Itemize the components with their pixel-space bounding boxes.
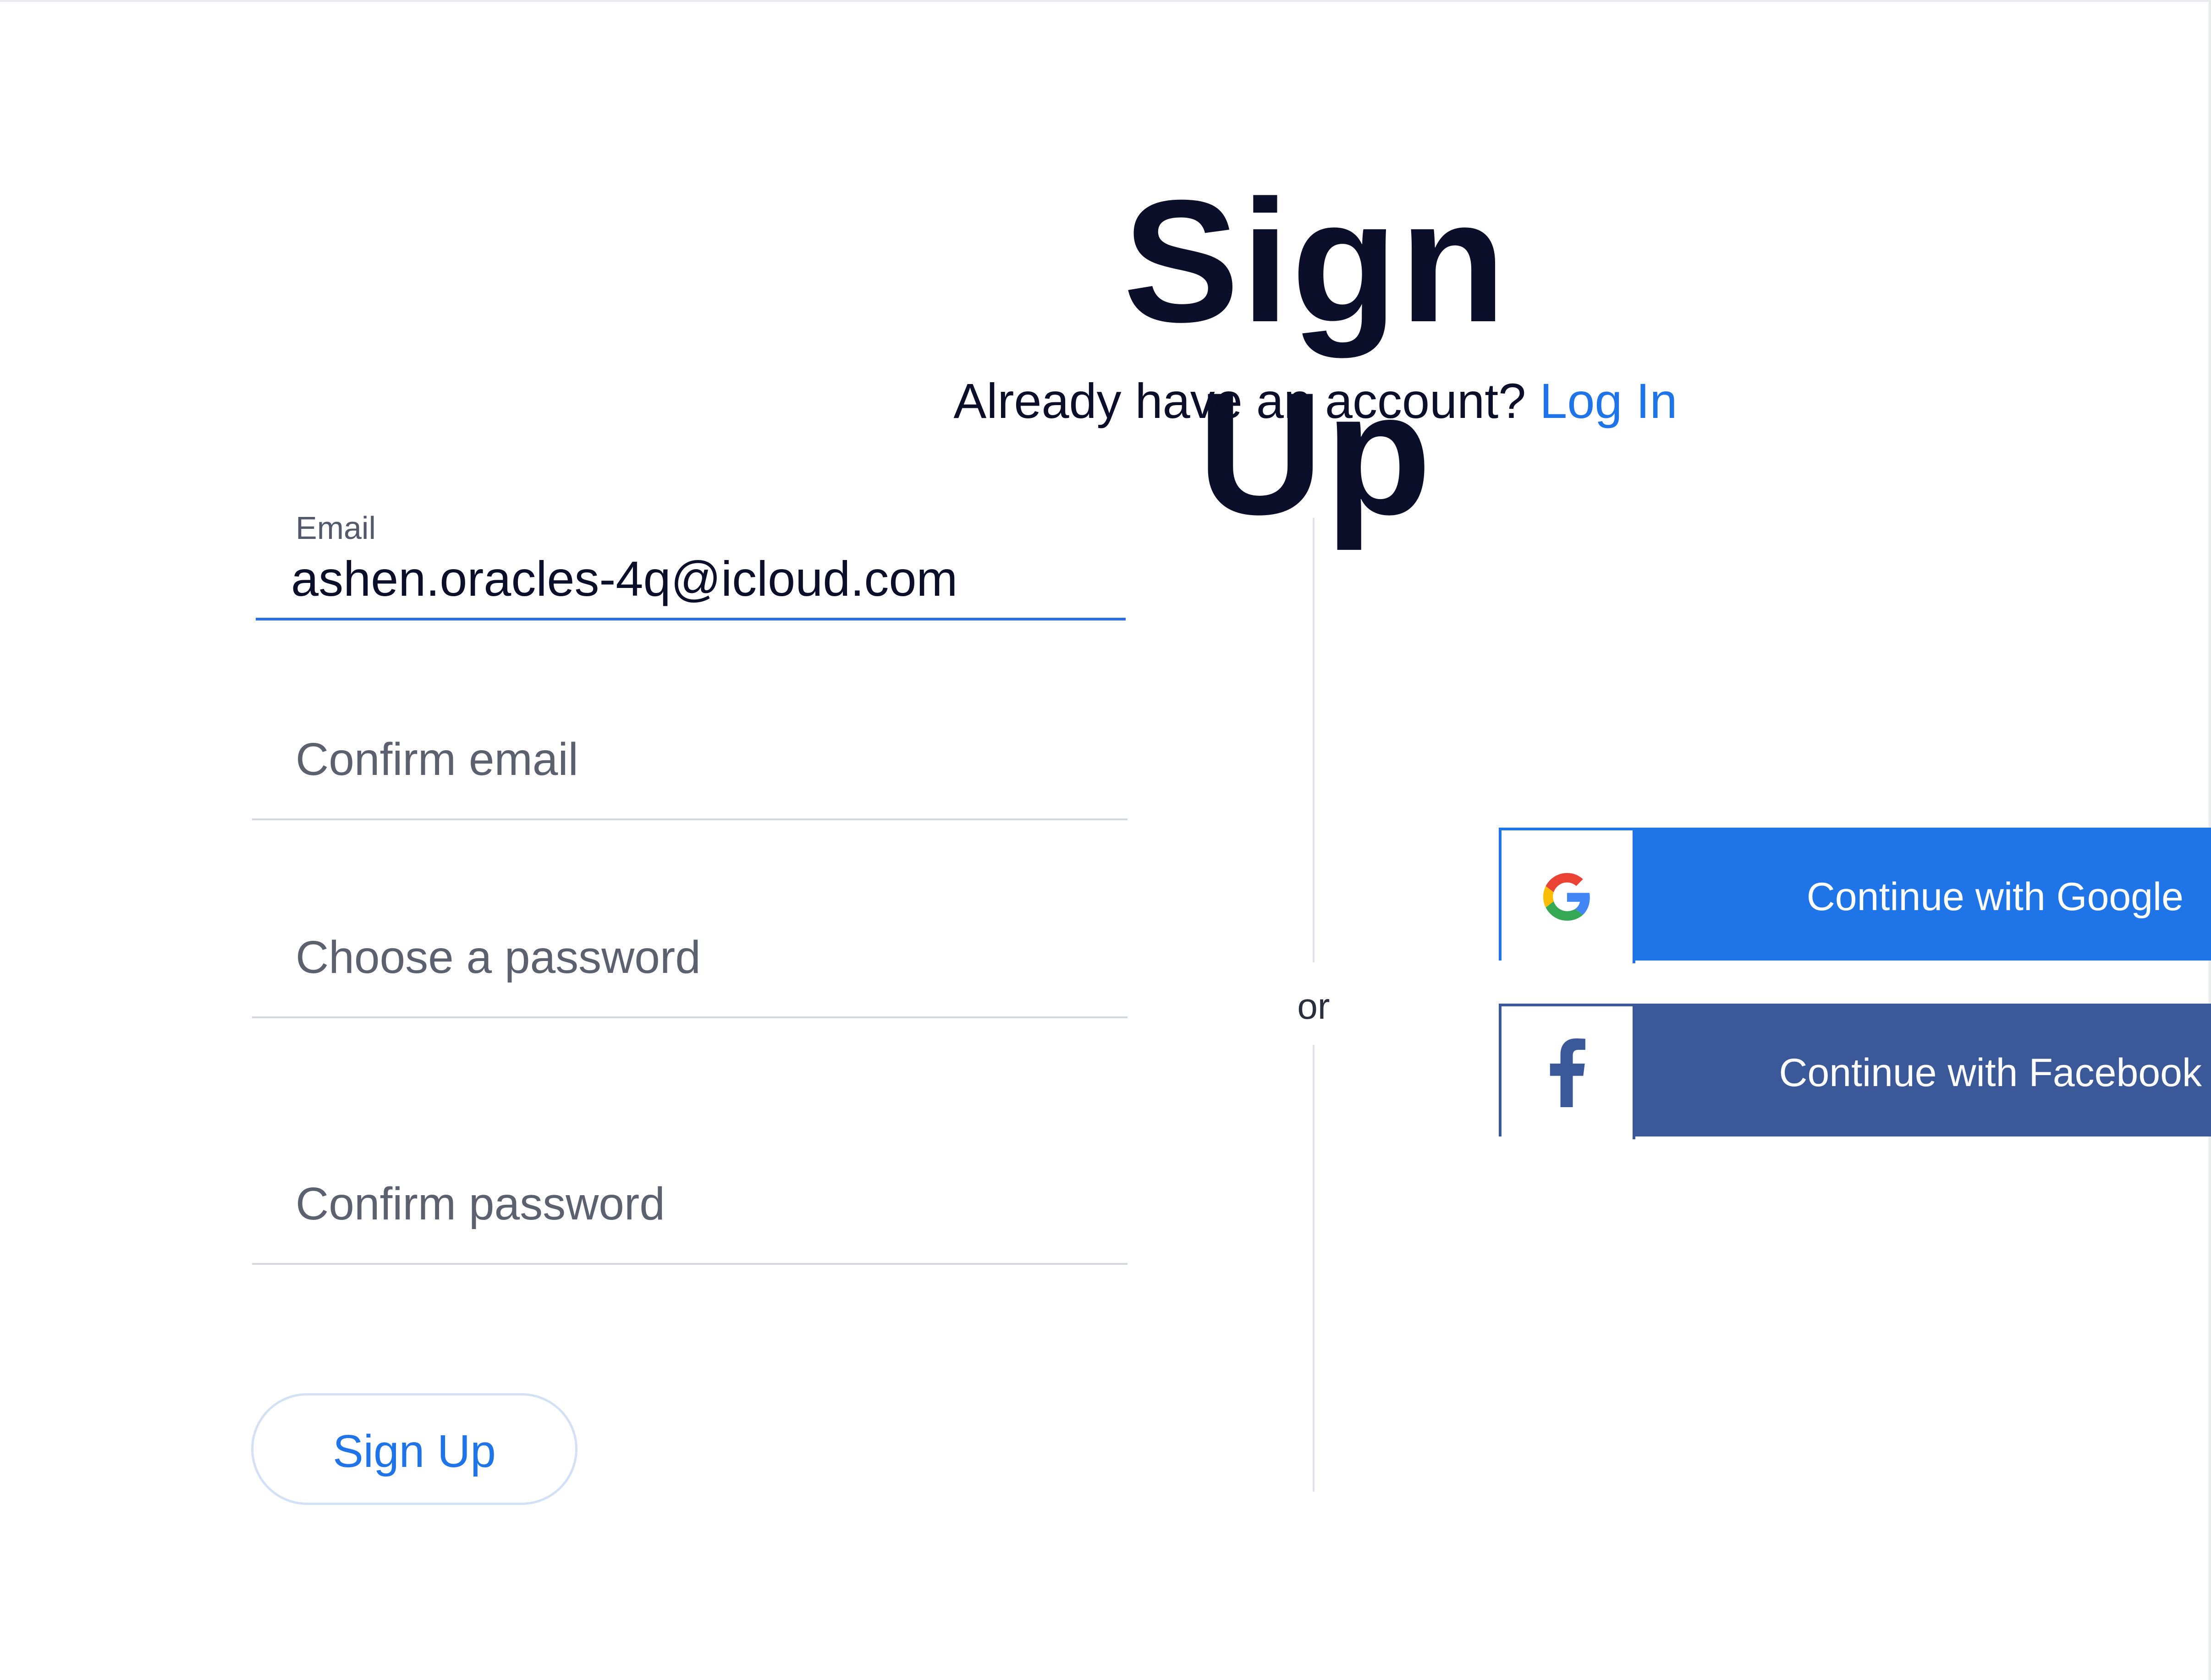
confirm-password-input[interactable]: Confirm password	[296, 1178, 665, 1230]
continue-with-facebook-button[interactable]: Continue with Facebook	[1499, 1004, 2211, 1139]
google-icon	[1543, 873, 1590, 921]
page-title: Sign Up	[1123, 164, 1508, 551]
email-underline	[256, 618, 1126, 620]
facebook-icon	[1550, 1038, 1585, 1107]
divider-line-top	[1313, 518, 1314, 962]
sign-up-button[interactable]: Sign Up	[251, 1393, 578, 1505]
continue-with-google-button[interactable]: Continue with Google	[1499, 828, 2211, 963]
confirm-password-underline	[252, 1263, 1128, 1265]
facebook-icon-box	[1502, 1006, 1635, 1139]
google-button-label: Continue with Google	[1806, 875, 2184, 919]
email-label: Email	[296, 510, 376, 546]
confirm-email-underline	[252, 818, 1128, 820]
confirm-password-field[interactable]: Confirm password	[252, 1159, 1128, 1269]
email-input[interactable]: ashen.oracles-4q@icloud.com	[291, 550, 957, 607]
divider-line-bottom	[1313, 1045, 1314, 1492]
login-prompt: Already have an account? Log In	[917, 371, 1714, 431]
password-input[interactable]: Choose a password	[296, 931, 701, 984]
divider-or: or	[1297, 986, 1330, 1027]
password-underline	[252, 1016, 1128, 1018]
password-field[interactable]: Choose a password	[252, 912, 1128, 1022]
confirm-email-input[interactable]: Confirm email	[296, 733, 578, 786]
confirm-email-field[interactable]: Confirm email	[252, 715, 1128, 825]
google-icon-box	[1502, 830, 1635, 963]
facebook-button-label: Continue with Facebook	[1779, 1051, 2202, 1095]
login-prompt-text: Already have an account?	[953, 373, 1526, 428]
top-border	[0, 0, 2211, 2]
login-link[interactable]: Log In	[1540, 373, 1677, 428]
email-field[interactable]: Email ashen.oracles-4q@icloud.com	[252, 504, 1128, 623]
